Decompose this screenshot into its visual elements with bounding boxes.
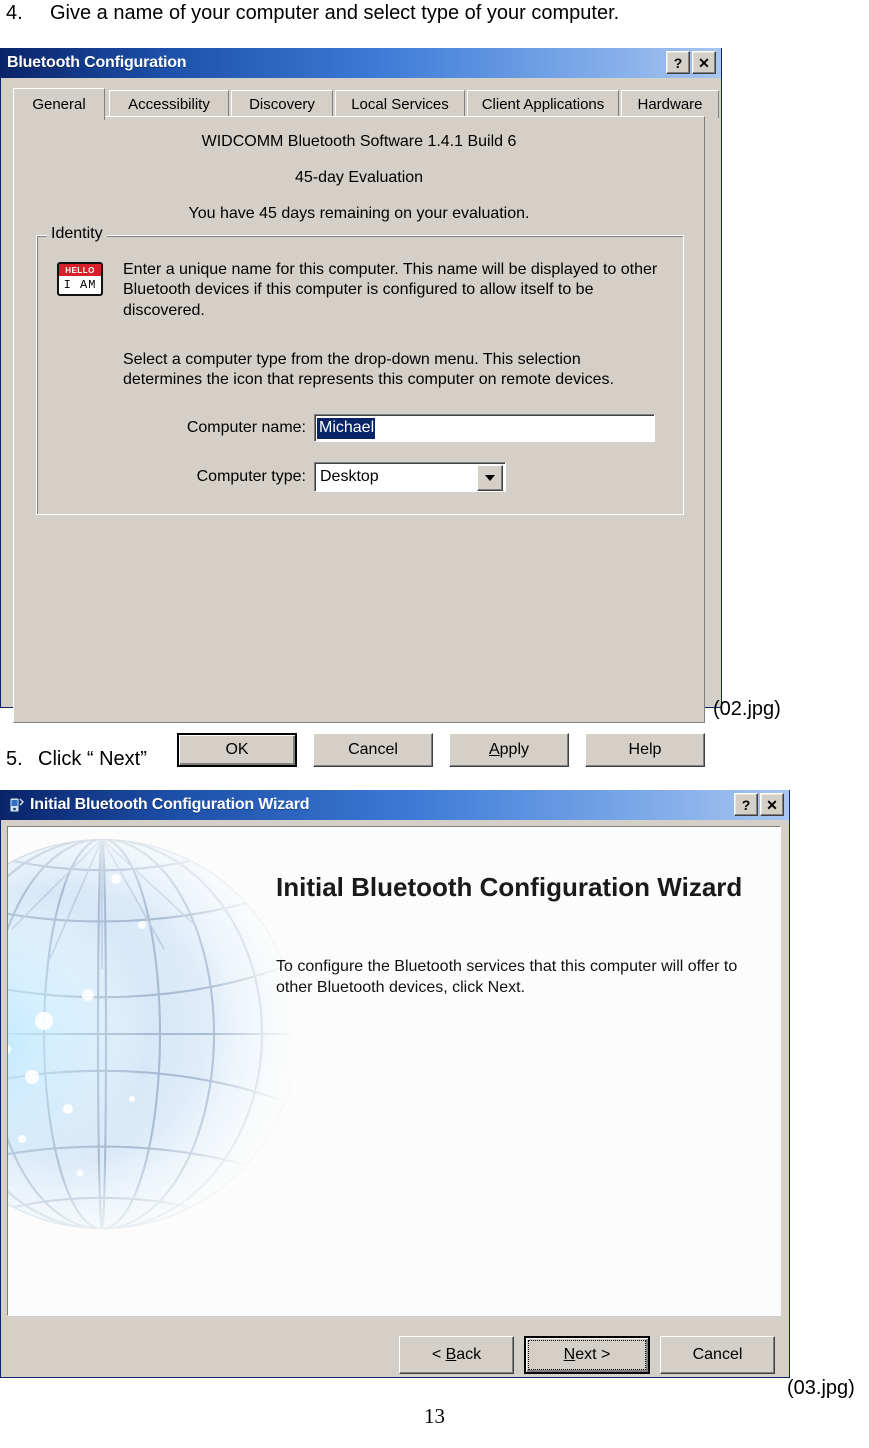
- dialog1-body: General Accessibility Discovery Local Se…: [1, 78, 721, 767]
- wizard-cancel-button[interactable]: Cancel: [660, 1336, 775, 1374]
- dialog1-title: Bluetooth Configuration: [7, 54, 187, 71]
- step-5-number: 5.: [6, 748, 23, 770]
- back-button-label: ack: [456, 1346, 482, 1363]
- computer-type-value: Desktop: [320, 468, 379, 485]
- close-icon[interactable]: ✕: [692, 51, 716, 74]
- globe-graphic: [8, 827, 292, 1279]
- computer-name-label: Computer name:: [186, 419, 306, 436]
- step-5-text: Click “ Next”: [38, 748, 147, 770]
- help-icon[interactable]: ?: [666, 51, 690, 74]
- dialog1-titlebar-buttons: ? ✕: [666, 51, 716, 74]
- tab-general[interactable]: General: [13, 88, 105, 120]
- identity-paragraph-2: Select a computer type from the drop-dow…: [123, 351, 614, 389]
- tab-discovery[interactable]: Discovery: [231, 90, 333, 118]
- evaluation-remaining-label: You have 45 days remaining on your evalu…: [188, 205, 530, 222]
- evaluation-label: 45-day Evaluation: [294, 169, 424, 186]
- hello-i-am-icon-body: I AM: [63, 278, 97, 292]
- wizard-welcome-panel: Initial Bluetooth Configuration Wizard T…: [7, 826, 781, 1316]
- back-button[interactable]: < Back: [399, 1336, 514, 1374]
- tab-local-services[interactable]: Local Services: [335, 90, 465, 118]
- step-4-number: 4.: [6, 2, 23, 24]
- figure-caption-02: (02.jpg): [713, 698, 781, 720]
- help-icon[interactable]: ?: [734, 793, 758, 816]
- hello-i-am-icon-header: HELLO: [59, 264, 101, 276]
- tab-accessibility[interactable]: Accessibility: [109, 90, 229, 118]
- computer-name-value: Michael: [317, 417, 376, 439]
- tab-client-applications[interactable]: Client Applications: [467, 90, 619, 118]
- computer-type-row: Computer type: Desktop: [123, 462, 506, 492]
- ok-button[interactable]: OK: [177, 733, 297, 767]
- hello-i-am-icon: HELLO I AM: [57, 262, 103, 296]
- dialog1-titlebar[interactable]: Bluetooth Configuration ? ✕: [1, 48, 721, 78]
- cancel-button[interactable]: Cancel: [313, 733, 433, 767]
- dialog2-titlebar-buttons: ? ✕: [734, 793, 784, 816]
- dialog2-body: Initial Bluetooth Configuration Wizard T…: [1, 820, 789, 1377]
- figure-caption-03: (03.jpg): [787, 1377, 855, 1399]
- step-5: 5. Click “ Next”: [6, 748, 147, 771]
- identity-groupbox: Identity HELLO I AM Enter a unique name …: [36, 225, 684, 515]
- dialog2-title: Initial Bluetooth Configuration Wizard: [30, 796, 310, 813]
- next-button[interactable]: Next >: [524, 1336, 650, 1374]
- close-icon[interactable]: ✕: [760, 793, 784, 816]
- back-button-accel: B: [445, 1346, 457, 1363]
- step-4-text: Give a name of your computer and select …: [50, 2, 620, 24]
- computer-type-label: Computer type:: [196, 468, 306, 485]
- wizard-body-text: To configure the Bluetooth services that…: [276, 958, 738, 996]
- product-version-label: WIDCOMM Bluetooth Software 1.4.1 Build 6: [201, 133, 517, 150]
- computer-name-row: Computer name: Michael: [123, 414, 655, 442]
- identity-groupbox-legend: Identity: [47, 225, 107, 243]
- computer-type-select[interactable]: Desktop: [314, 462, 506, 492]
- focus-outline: [528, 1340, 646, 1370]
- page-number: 13: [424, 1404, 445, 1428]
- bluetooth-device-icon: [7, 796, 25, 814]
- apply-button-label: pply: [499, 741, 530, 758]
- computer-name-input[interactable]: Michael: [314, 414, 655, 442]
- apply-button[interactable]: Apply: [449, 733, 569, 767]
- identity-paragraph-1: Enter a unique name for this computer. T…: [123, 261, 658, 319]
- initial-bluetooth-configuration-wizard-dialog[interactable]: Initial Bluetooth Configuration Wizard ?…: [0, 790, 790, 1378]
- chevron-down-icon[interactable]: [477, 465, 503, 491]
- dialog2-titlebar[interactable]: Initial Bluetooth Configuration Wizard ?…: [1, 790, 789, 820]
- apply-button-accel: A: [488, 741, 500, 758]
- step-4: 4. Give a name of your computer and selec…: [6, 2, 619, 25]
- help-button[interactable]: Help: [585, 733, 705, 767]
- document-page: 4. Give a name of your computer and selec…: [0, 0, 869, 1448]
- tab-strip: General Accessibility Discovery Local Se…: [13, 88, 719, 120]
- dialog2-button-strip: < Back Next > Cancel: [1, 1336, 775, 1374]
- tab-page-general: WIDCOMM Bluetooth Software 1.4.1 Build 6…: [13, 116, 705, 723]
- wizard-heading: Initial Bluetooth Configuration Wizard: [276, 872, 743, 902]
- bluetooth-configuration-dialog[interactable]: Bluetooth Configuration ? ✕ General Acce…: [0, 48, 722, 767]
- tab-hardware[interactable]: Hardware: [621, 90, 719, 118]
